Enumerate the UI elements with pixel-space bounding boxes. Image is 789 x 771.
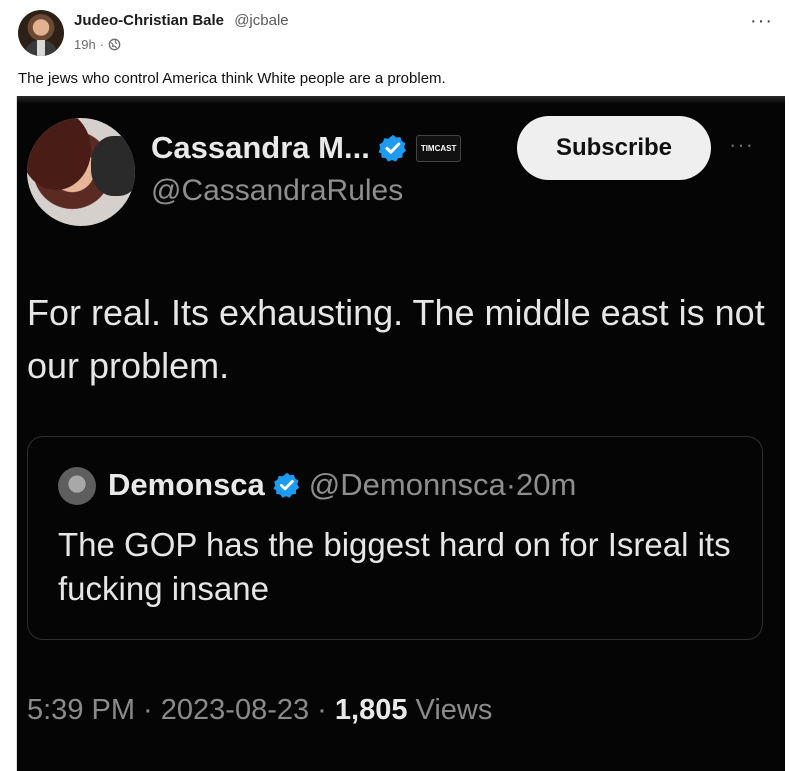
post-more-icon[interactable]: ··· <box>750 10 773 33</box>
embedded-tweet-screenshot[interactable]: Cassandra M... TIMCAST @CassandraRules S… <box>16 96 785 771</box>
post-caption: The jews who control America think White… <box>18 70 446 87</box>
tweet-footer: 5:39 PM · 2023-08-23 · 1,805 Views <box>27 694 493 726</box>
tweet-time: 5:39 PM <box>27 694 135 726</box>
author-avatar[interactable] <box>18 10 64 56</box>
embedded-more-icon: ··· <box>729 132 754 157</box>
globe-icon <box>108 38 121 51</box>
post-meta: 19h · <box>74 37 121 52</box>
subscribe-button: Subscribe <box>517 116 711 180</box>
embedded-author-line: Cassandra M... TIMCAST <box>151 130 462 166</box>
verified-icon <box>378 134 406 162</box>
embedded-author-handle: @CassandraRules <box>151 174 404 207</box>
quote-author-handle: @Demonnsca·20m <box>308 467 577 502</box>
timcast-badge: TIMCAST <box>415 134 462 162</box>
top-fade <box>17 96 785 104</box>
author-name[interactable]: Judeo-Christian Bale <box>74 12 224 29</box>
quote-text: The GOP has the biggest hard on for Isre… <box>58 526 731 607</box>
views-label: Views <box>407 694 493 726</box>
author-line: Judeo-Christian Bale @jcbale <box>74 12 289 29</box>
verified-icon <box>273 472 299 498</box>
quote-author-name: Demonsca <box>108 467 265 502</box>
meta-separator: · <box>99 37 105 52</box>
embedded-author-name: Cassandra M... <box>151 130 370 165</box>
views-count: 1,805 <box>334 694 408 726</box>
quote-header: Demonsca @Demonnsca·20m <box>108 467 576 503</box>
tweet-text: For real. Its exhausting. The middle eas… <box>27 292 765 386</box>
post-time[interactable]: 19h <box>74 37 96 52</box>
author-handle[interactable]: @jcbale <box>234 12 288 29</box>
post-header: Judeo-Christian Bale @jcbale 19h · ··· <box>16 8 789 58</box>
embedded-author-avatar <box>27 118 135 226</box>
quote-tweet: Demonsca @Demonnsca·20m The GOP has the … <box>27 436 763 640</box>
tweet-date: 2023-08-23 <box>160 694 310 726</box>
quote-author-avatar <box>58 467 96 505</box>
